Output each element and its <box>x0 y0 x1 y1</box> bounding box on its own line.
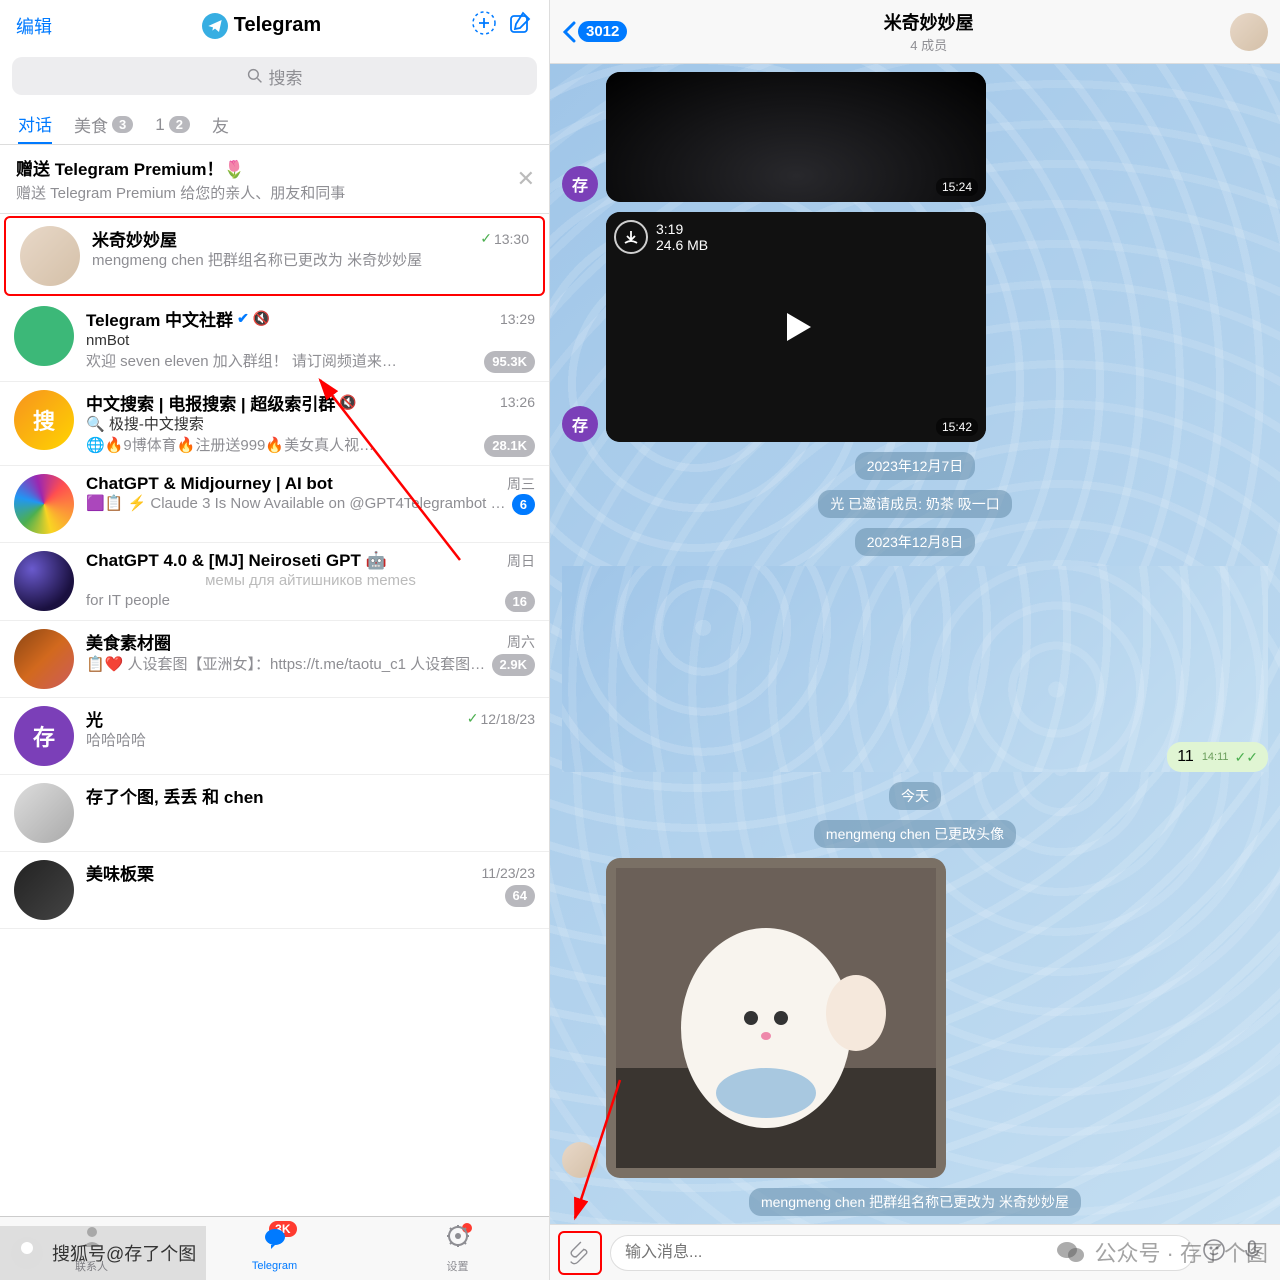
add-folder-icon[interactable] <box>471 10 497 41</box>
group-title-area[interactable]: 米奇妙妙屋 4 成员 <box>635 9 1222 54</box>
back-button[interactable]: 3012 <box>562 21 627 43</box>
conversation-header: 3012 米奇妙妙屋 4 成员 <box>550 0 1280 64</box>
system-message: mengmeng chen 把群组名称已更改为 米奇妙妙屋 <box>749 1188 1081 1216</box>
paperclip-icon <box>567 1240 593 1266</box>
chat-avatar-icon <box>14 474 74 534</box>
chat-item[interactable]: 搜中文搜索 | 电报搜索 | 超级索引群 🔇13:26🔍 极搜-中文搜索🌐🔥9博… <box>0 382 549 466</box>
chat-item[interactable]: 米奇妙妙屋✓ 13:30mengmeng chen 把群组名称已更改为 米奇妙妙… <box>4 216 545 296</box>
attach-button[interactable] <box>558 1231 602 1275</box>
outgoing-message[interactable]: 11 14:11 ✓✓ <box>1167 742 1268 772</box>
conversation-panel: 3012 米奇妙妙屋 4 成员 存 15:24 存 3:1924.6 MB <box>550 0 1280 1280</box>
sender-avatar-icon <box>562 1142 598 1178</box>
premium-promo[interactable]: 赠送 Telegram Premium！🌷 赠送 Telegram Premiu… <box>0 145 549 214</box>
chat-item[interactable]: 美味板栗11/23/2364 <box>0 852 549 929</box>
wechat-logo-icon <box>1056 1239 1086 1265</box>
date-divider: 2023年12月7日 <box>855 452 976 480</box>
system-message: mengmeng chen 已更改头像 <box>814 820 1016 848</box>
message-row[interactable]: 存 3:1924.6 MB 15:42 <box>562 212 1268 442</box>
message-row[interactable]: 11 14:11 ✓✓ <box>562 566 1268 772</box>
tab-chats[interactable]: 3K Telegram <box>183 1217 366 1280</box>
folder-tabs: 对话 美食3 12 友 <box>0 105 549 145</box>
close-icon[interactable]: ✕ <box>517 166 535 192</box>
date-divider: 今天 <box>889 782 941 810</box>
tab-settings[interactable]: 设置 <box>366 1217 549 1280</box>
chat-avatar-icon <box>20 226 80 286</box>
search-input[interactable]: 搜索 <box>12 57 537 95</box>
date-divider: 2023年12月8日 <box>855 528 976 556</box>
sender-avatar-icon: 存 <box>562 406 598 442</box>
watermark-left: 搜狐号@存了个图 <box>0 1226 206 1280</box>
chat-item[interactable]: 存光✓ 12/18/23哈哈哈哈 <box>0 698 549 775</box>
chat-avatar-icon <box>14 551 74 611</box>
sender-avatar-icon: 存 <box>562 166 598 202</box>
search-icon <box>247 68 263 84</box>
system-message: 光 已邀请成员: 奶茶 吸一口 <box>818 490 1012 518</box>
left-header: 编辑 Telegram <box>0 0 549 51</box>
chat-avatar-icon <box>14 306 74 366</box>
sohu-logo-icon <box>10 1236 44 1270</box>
chevron-left-icon <box>562 21 576 43</box>
image-message[interactable]: 15:24 <box>606 72 986 202</box>
chat-avatar-icon <box>14 783 74 843</box>
read-ticks-icon: ✓✓ <box>1235 749 1258 766</box>
chat-list[interactable]: 米奇妙妙屋✓ 13:30mengmeng chen 把群组名称已更改为 米奇妙妙… <box>0 214 549 1216</box>
telegram-logo-icon <box>202 13 228 39</box>
chat-avatar-icon <box>14 629 74 689</box>
video-message[interactable]: 3:1924.6 MB 15:42 <box>606 212 986 442</box>
tab-1[interactable]: 12 <box>155 115 190 135</box>
chat-icon <box>262 1225 288 1258</box>
message-row[interactable]: 存 15:24 <box>562 72 1268 202</box>
tab-all[interactable]: 对话 <box>18 105 52 144</box>
compose-icon[interactable] <box>507 10 533 41</box>
unread-back-badge: 3012 <box>578 21 627 42</box>
download-icon[interactable] <box>614 220 648 254</box>
chat-avatar-icon <box>14 860 74 920</box>
chat-item[interactable]: ChatGPT 4.0 & [MJ] Neiroseti GPT 🤖周日мемы… <box>0 543 549 622</box>
message-row[interactable] <box>562 858 1268 1178</box>
chat-item[interactable]: Telegram 中文社群 ✔ 🔇13:29nmBot欢迎 seven elev… <box>0 298 549 382</box>
chat-avatar-icon: 存 <box>14 706 74 766</box>
edit-button[interactable]: 编辑 <box>16 13 52 39</box>
tab-food[interactable]: 美食3 <box>74 112 133 137</box>
messages-area[interactable]: 存 15:24 存 3:1924.6 MB 15:42 2023年12月7日 光… <box>550 64 1280 1224</box>
chat-item[interactable]: ChatGPT & Midjourney | AI bot周三🟪📋 ⚡ Clau… <box>0 466 549 543</box>
chat-item[interactable]: 美食素材圈周六📋❤️ 人设套图【亚洲女】：https://t.me/taotu_… <box>0 621 549 698</box>
group-avatar-icon[interactable] <box>1230 13 1268 51</box>
chat-item[interactable]: 存了个图, 丢丢 和 chen <box>0 775 549 852</box>
photo-message[interactable] <box>606 858 946 1178</box>
chat-list-panel: 编辑 Telegram 搜索 对话 美食3 12 友 赠送 Telegram P… <box>0 0 550 1280</box>
app-title: Telegram <box>62 13 461 39</box>
watermark-right: 公众号 · 存了个图 <box>1056 1236 1268 1268</box>
tab-friends[interactable]: 友 <box>212 112 229 137</box>
chat-avatar-icon: 搜 <box>14 390 74 450</box>
play-icon[interactable] <box>787 313 811 341</box>
gear-icon <box>445 1223 471 1256</box>
